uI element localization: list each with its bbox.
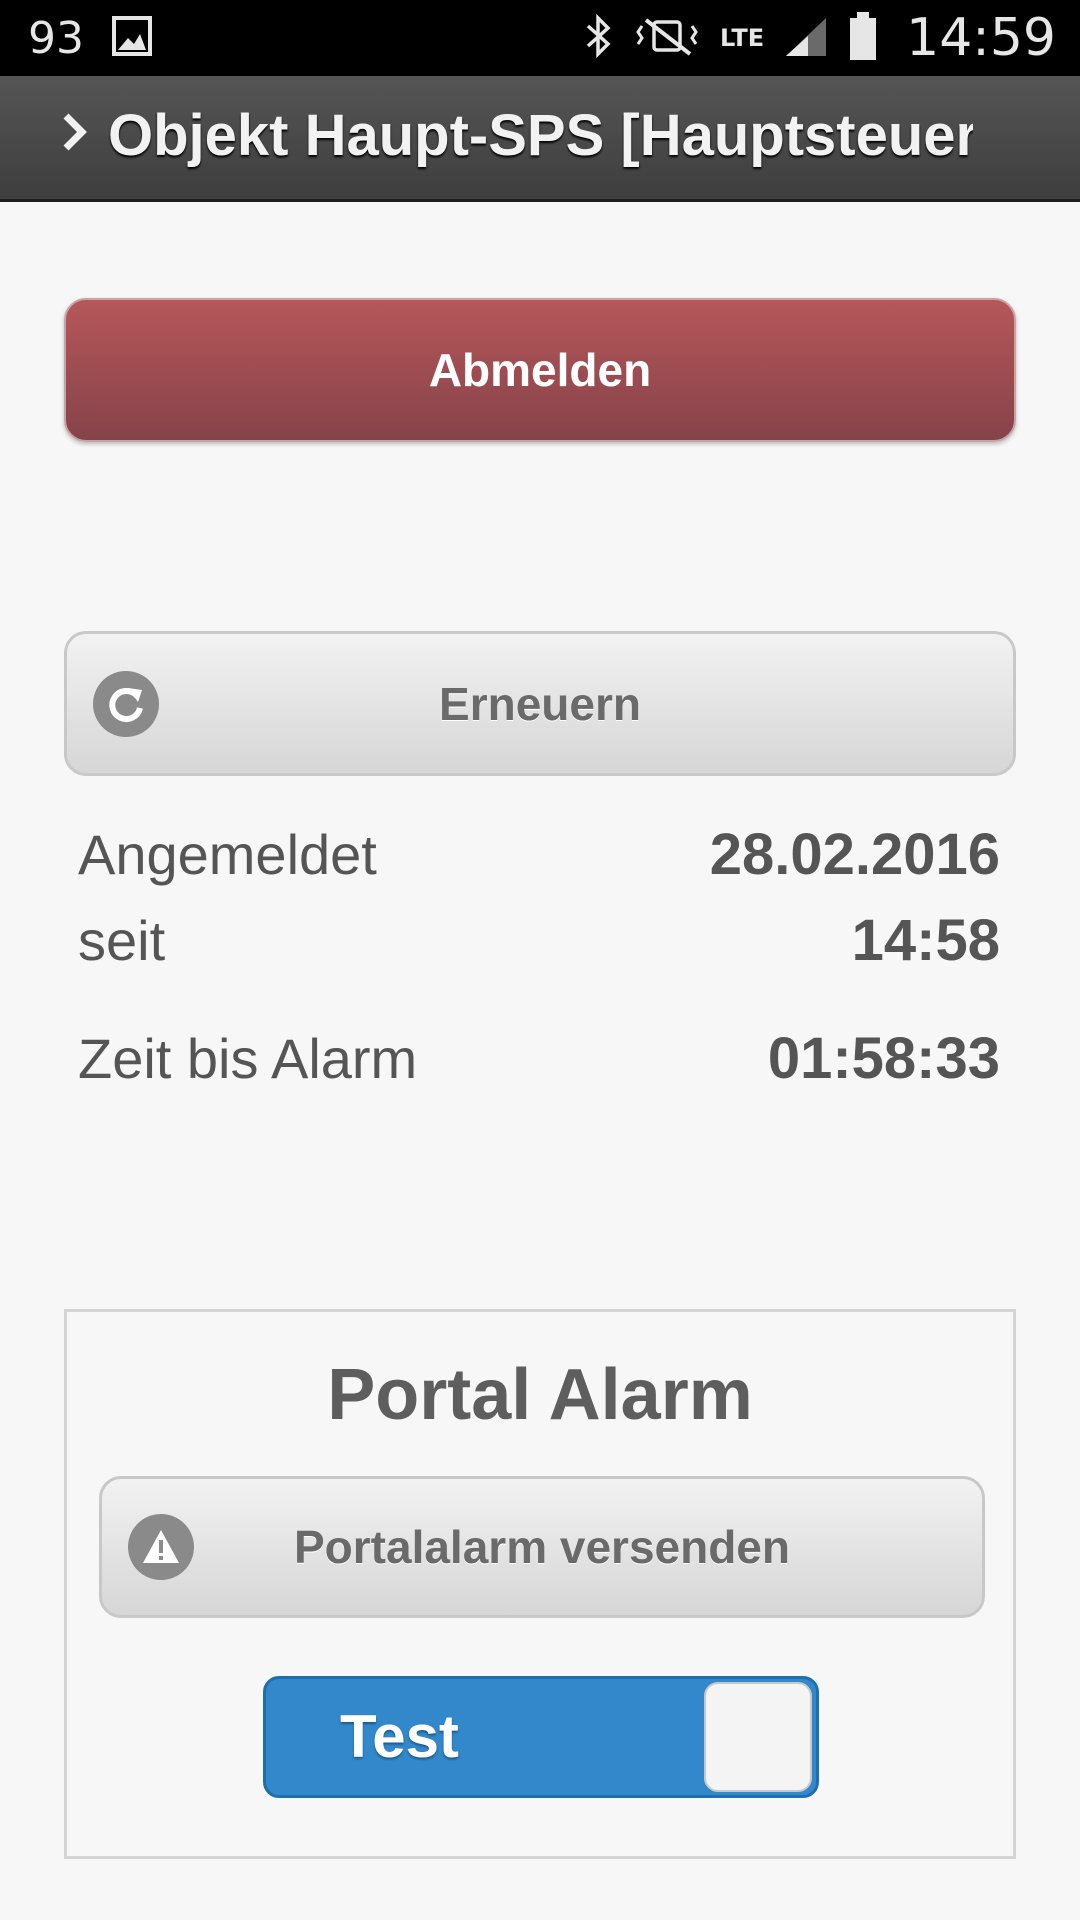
status-number: 93 — [28, 12, 84, 64]
logged-in-date: 28.02.2016 — [709, 822, 1000, 887]
header-bar: Objekt Haupt-SPS [Hauptsteuerung] — [0, 76, 1080, 202]
refresh-icon — [93, 670, 159, 737]
test-toggle[interactable]: Test — [263, 1676, 819, 1798]
time-to-alarm-value: 01:58:33 — [767, 1026, 1000, 1091]
renew-button-label: Erneuern — [439, 677, 641, 730]
signal-icon — [782, 14, 830, 63]
warning-icon — [128, 1514, 194, 1580]
toggle-knob[interactable] — [704, 1682, 812, 1792]
bluetooth-icon — [584, 13, 614, 63]
logout-button[interactable]: Abmelden — [64, 298, 1016, 442]
chevron-right-icon[interactable] — [60, 110, 90, 159]
portal-alarm-title: Portal Alarm — [327, 1355, 753, 1435]
gallery-icon — [112, 15, 152, 61]
portal-alarm-panel: Portal Alarm Portalalarm versenden Test — [64, 1309, 1016, 1859]
send-portal-alarm-button[interactable]: Portalalarm versenden — [99, 1476, 985, 1618]
renew-button[interactable]: Erneuern — [64, 631, 1016, 776]
logged-in-since-value: 28.02.2016 14:58 — [710, 812, 1000, 984]
status-bar: 93 LTE 14:59 — [0, 0, 1080, 76]
logout-button-label: Abmelden — [428, 344, 652, 396]
clock: 14:59 — [906, 8, 1056, 68]
time-to-alarm-label: Zeit bis Alarm — [78, 1027, 418, 1090]
vibrate-mute-icon — [632, 14, 702, 63]
logged-in-time: 14:58 — [851, 908, 1000, 973]
page-title[interactable]: Objekt Haupt-SPS [Hauptsteuerung] — [108, 98, 973, 174]
lte-label: LTE — [720, 23, 765, 52]
logged-in-label-line2: seit — [78, 909, 166, 972]
logged-in-label-line1: Angemeldet — [78, 823, 377, 886]
battery-icon — [848, 10, 878, 67]
send-portal-alarm-label: Portalalarm versenden — [293, 1521, 790, 1573]
logged-in-since-label: Angemeldet seit — [78, 812, 377, 984]
network-type-indicator: LTE — [720, 26, 764, 51]
test-toggle-label: Test — [340, 1703, 459, 1770]
